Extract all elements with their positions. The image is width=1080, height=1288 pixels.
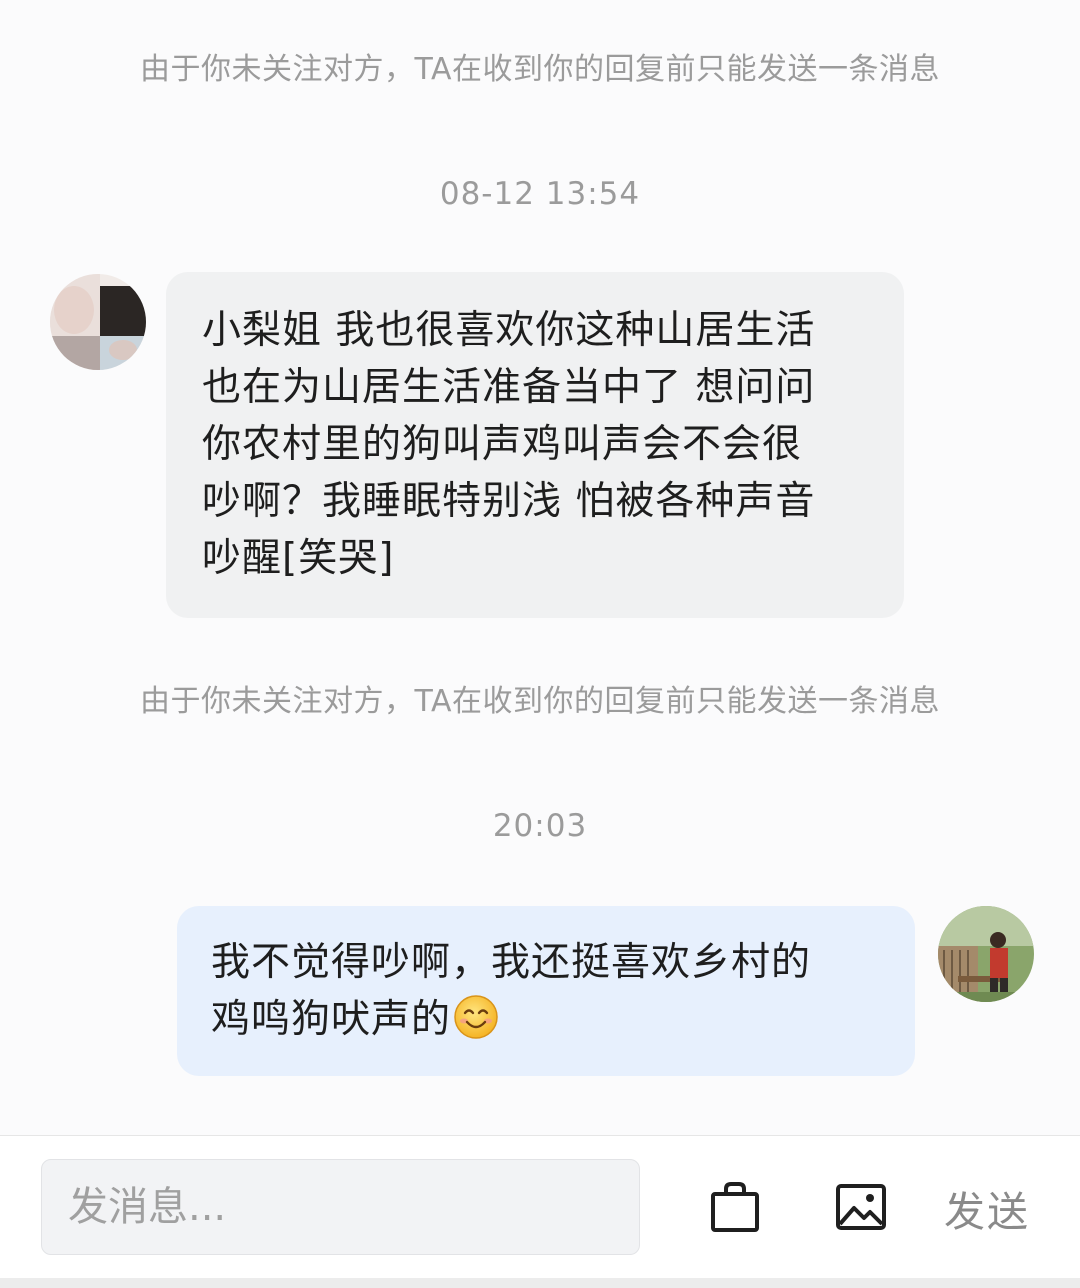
outgoing-message-text: 我不觉得吵啊，我还挺喜欢乡村的 鸡鸣狗吠声的	[211, 940, 812, 1042]
chat-area[interactable]: 由于你未关注对方，TA在收到你的回复前只能发送一条消息 08-12 13:54 …	[0, 0, 1080, 1135]
own-avatar[interactable]	[938, 906, 1034, 1002]
outgoing-message-bubble[interactable]: 我不觉得吵啊，我还挺喜欢乡村的 鸡鸣狗吠声的	[177, 906, 915, 1076]
smiling-face-emoji-icon	[454, 995, 498, 1039]
incoming-message-text: 小梨姐 我也很喜欢你这种山居生活 也在为山居生活准备当中了 想问问 你农村里的狗…	[202, 308, 816, 581]
own-avatar-image	[938, 906, 1034, 1002]
image-icon[interactable]	[834, 1180, 888, 1234]
shopping-bag-icon[interactable]	[708, 1180, 762, 1234]
timestamp-first: 08-12 13:54	[439, 176, 641, 212]
sender-avatar-image	[50, 274, 146, 370]
send-button[interactable]: 发送	[944, 1178, 1030, 1238]
message-input-bar: 发消息...	[0, 1135, 1080, 1288]
follow-notice-middle: 由于你未关注对方，TA在收到你的回复前只能发送一条消息	[139, 684, 941, 719]
bottom-edge	[0, 1278, 1080, 1288]
incoming-message-bubble[interactable]: 小梨姐 我也很喜欢你这种山居生活 也在为山居生活准备当中了 想问问 你农村里的狗…	[166, 272, 904, 618]
message-input[interactable]: 发消息...	[41, 1159, 640, 1255]
follow-notice-top: 由于你未关注对方，TA在收到你的回复前只能发送一条消息	[139, 52, 941, 87]
timestamp-second: 20:03	[492, 808, 588, 844]
sender-avatar[interactable]	[50, 274, 146, 370]
